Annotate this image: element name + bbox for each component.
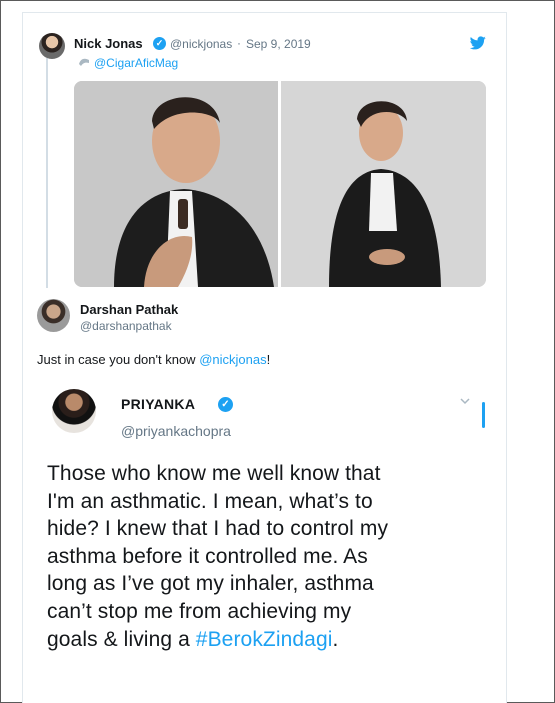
avatar-nick-jonas[interactable] [39, 33, 65, 59]
quoted-tweet-text: Those who know me well know that I'm an … [47, 460, 487, 653]
last-line-prefix: goals & living a [47, 627, 196, 651]
tweet-text-line: long as I’ve got my inhaler, asthma [47, 572, 374, 596]
author-name-darshan[interactable]: Darshan Pathak [80, 302, 178, 317]
tweet-text-line: can’t stop me from achieving my [47, 599, 352, 623]
author-handle-priyanka[interactable]: @priyankachopra [121, 423, 231, 439]
verified-badge-icon: ✓ [153, 37, 166, 50]
tweet-photo-2[interactable] [281, 81, 486, 287]
tweet-text-line: hide? I knew that I had to control my [47, 517, 389, 541]
tweet-text-line: Those who know me well know that [47, 462, 381, 485]
photo-1-illustration [74, 81, 278, 287]
reply-text-suffix: ! [266, 352, 271, 367]
verified-badge-icon: ✓ [218, 397, 233, 412]
tweet-mention-link[interactable]: @CigarAficMag [94, 56, 178, 70]
thread-connector [46, 58, 48, 288]
reply-mention-link[interactable]: @nickjonas [199, 352, 266, 367]
avatar-priyanka[interactable] [52, 389, 96, 433]
reply-text: Just in case you don't know @nickjonas! [37, 352, 270, 367]
author-name-priyanka[interactable]: PRIYANKA [121, 396, 195, 412]
tweet-text-line-last: goals & living a #BerokZindagi. [47, 626, 487, 654]
scroll-indicator [482, 402, 485, 428]
tweet-text-line: I'm an asthmatic. I mean, what’s to [47, 489, 373, 513]
tweet-photo-1[interactable] [74, 81, 278, 287]
tweet-date[interactable]: Sep 9, 2019 [246, 37, 311, 51]
reply-text-prefix: Just in case you don't know [37, 352, 200, 367]
last-line-suffix: . [332, 627, 339, 651]
hashtag-link[interactable]: #BerokZindagi [196, 628, 333, 651]
author-name-nick[interactable]: Nick Jonas [74, 36, 143, 51]
author-handle-darshan[interactable]: @darshanpathak [80, 319, 172, 333]
tweet-text-line: asthma before it controlled me. As [47, 544, 368, 568]
chevron-down-icon[interactable] [460, 397, 470, 405]
photo-2-illustration [281, 81, 486, 287]
author-handle-nick[interactable]: @nickjonas [170, 37, 232, 51]
twitter-bird-icon[interactable] [470, 36, 486, 50]
separator-dot: · [237, 36, 241, 50]
avatar-darshan-pathak[interactable] [37, 299, 70, 332]
waving-hand-icon [79, 58, 89, 66]
